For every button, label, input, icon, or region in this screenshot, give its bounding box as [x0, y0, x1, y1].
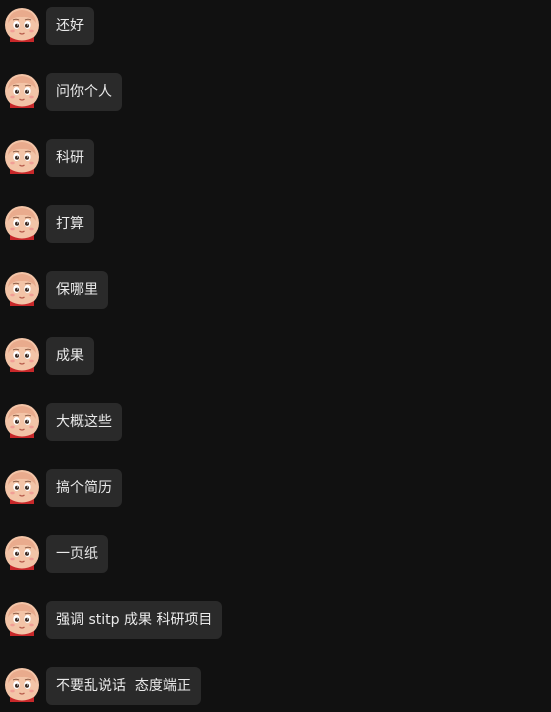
chat-message: 大概这些 [5, 403, 122, 443]
chat-message: 科研 [5, 139, 94, 179]
avatar-icon[interactable] [5, 404, 39, 438]
message-bubble[interactable]: 不要乱说话 态度端正 [46, 667, 201, 705]
message-bubble[interactable]: 打算 [46, 205, 94, 243]
chat-message: 强调 stitp 成果 科研项目 [5, 601, 223, 641]
avatar-icon[interactable] [5, 140, 39, 174]
avatar-icon[interactable] [5, 206, 39, 240]
avatar-icon[interactable] [5, 8, 39, 42]
avatar-icon[interactable] [5, 602, 39, 636]
message-bubble[interactable]: 科研 [46, 139, 94, 177]
message-bubble[interactable]: 搞个简历 [46, 469, 122, 507]
avatar-icon[interactable] [5, 74, 39, 108]
message-bubble[interactable]: 成果 [46, 337, 94, 375]
chat-message: 一页纸 [5, 535, 108, 575]
chat-message-list: 还好 问你个人 科研 打算 保哪里 成果 大概这些 搞个简历 一页纸 强调 st… [0, 0, 551, 712]
message-bubble[interactable]: 还好 [46, 7, 94, 45]
chat-message: 搞个简历 [5, 469, 122, 509]
chat-message: 还好 [5, 7, 94, 47]
avatar-icon[interactable] [5, 668, 39, 702]
avatar-icon[interactable] [5, 272, 39, 306]
message-bubble[interactable]: 强调 stitp 成果 科研项目 [46, 601, 223, 639]
chat-message: 保哪里 [5, 271, 108, 311]
chat-message: 打算 [5, 205, 94, 245]
avatar-icon[interactable] [5, 536, 39, 570]
message-bubble[interactable]: 问你个人 [46, 73, 122, 111]
chat-message: 成果 [5, 337, 94, 377]
avatar-icon[interactable] [5, 470, 39, 504]
avatar-icon[interactable] [5, 338, 39, 372]
message-bubble[interactable]: 保哪里 [46, 271, 108, 309]
chat-message: 问你个人 [5, 73, 122, 113]
chat-message: 不要乱说话 态度端正 [5, 667, 201, 707]
message-bubble[interactable]: 一页纸 [46, 535, 108, 573]
message-bubble[interactable]: 大概这些 [46, 403, 122, 441]
